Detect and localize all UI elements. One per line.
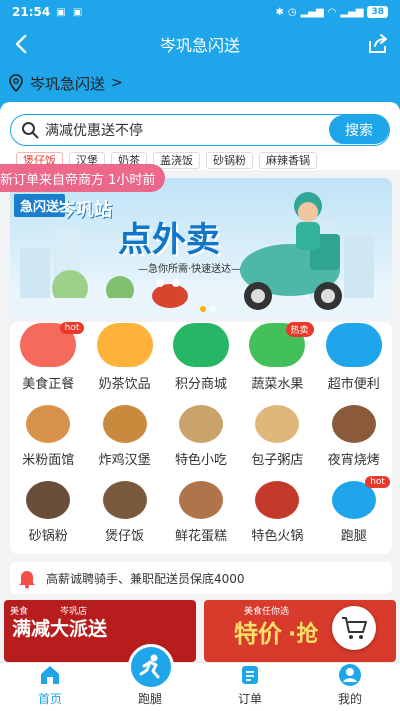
location-label: 岑巩急闪送 [30,74,106,93]
wifi-icon: ◠ [327,6,337,18]
pager-dot[interactable] [210,306,216,312]
bluetooth-icon: ✱ [275,6,284,18]
order-icon [242,666,258,684]
tab-label: 我的 [337,692,362,706]
pager-dot[interactable] [200,306,206,312]
category-label: 包子粥店 [251,453,304,468]
hot-tag[interactable]: 砂锅粉 [206,151,253,169]
tab-orders[interactable]: 订单 [200,663,300,711]
chevron-right-icon: > [111,75,123,91]
tab-label: 订单 [237,692,262,706]
bell-icon [19,571,35,589]
category-badge: hot [59,322,85,334]
bbq-icon [331,405,376,443]
signal-icon-2: ▂▄▆ [340,6,364,18]
snack-icon [178,405,223,443]
category-label: 煲仔饭 [105,529,145,544]
promo-title: 特价 [234,620,282,648]
category-item[interactable]: 煲仔饭 [86,476,162,552]
cake-icon [178,481,223,519]
banner-pager [200,306,216,312]
category-item[interactable]: 美食正餐 hot [10,322,86,400]
promo-title: 满减大派送 [12,618,108,640]
nav-bar: 岑巩急闪送 [0,24,400,64]
cart-icon [342,617,367,639]
notice-text: 高薪诚聘骑手、兼职配送员保底4000 [46,571,245,586]
promo-banner[interactable]: 急闪送 岑巩站 点外卖 —急你所需·快速送达— [10,178,392,318]
category-label: 砂锅粉 [28,529,68,544]
category-label: 超市便利 [327,377,380,392]
category-item[interactable]: 包子粥店 [239,400,315,476]
coins-icon [172,323,229,367]
search-bar[interactable]: 满减优惠送不停 搜索 [10,114,390,146]
category-item[interactable]: 奶茶饮品 [86,322,162,400]
battery-indicator: 38 [367,6,388,18]
errand-fab[interactable] [128,644,174,690]
search-button[interactable]: 搜索 [329,115,389,144]
category-label: 特色火锅 [251,529,304,544]
banner-headline: 点外卖 [118,220,220,260]
banner-subtitle: —急你所需·快速送达— [138,264,242,275]
promo-title-2: ·抢 [288,622,319,647]
category-item[interactable]: 砂锅粉 [10,476,86,552]
category-label: 炸鸡汉堡 [98,453,151,468]
category-label: 特色小吃 [174,453,227,468]
category-label: 跑腿 [340,529,367,544]
back-icon[interactable] [10,32,34,56]
banner-store: 岑巩站 [58,200,112,221]
basket-icon [325,323,382,367]
tab-label: 首页 [37,692,62,706]
tab-label: 跑腿 [137,692,162,706]
tab-bar: 首页 跑腿 订单 我的 [0,662,400,711]
claypot-icon [26,481,71,519]
tab-home[interactable]: 首页 [0,663,100,711]
noodle-icon [26,405,71,443]
category-badge: 热卖 [285,322,314,337]
burger-icon [102,405,147,443]
category-label: 蔬菜水果 [251,377,304,392]
order-toast: 新订单来自帝商方 1小时前 [0,164,166,192]
hot-tag[interactable]: 盖浇饭 [153,151,200,169]
status-notification-icons: ▣ ▣ [56,6,85,18]
category-item[interactable]: 跑腿 hot [316,476,392,552]
status-right: ✱ ◷ ▂▄▆ ◠ ▂▄▆ 38 [275,6,388,18]
milk-tea-icon [96,323,153,367]
category-label: 夜宵烧烤 [327,453,380,468]
category-badge: hot [365,476,390,488]
tab-profile[interactable]: 我的 [300,663,400,711]
category-label: 鲜花蛋糕 [174,529,227,544]
bun-icon [255,405,300,443]
alarm-icon: ◷ [287,6,297,18]
category-item[interactable]: 超市便利 [316,322,392,400]
category-grid: 美食正餐 hot 奶茶饮品 积分商城 蔬菜水果 热卖超市便利米粉面馆 炸鸡汉堡 特色小吃 包子粥… [10,322,392,552]
user-icon [339,664,361,686]
category-item[interactable]: 特色小吃 [163,400,239,476]
rice-pot-icon [102,481,147,519]
category-item[interactable]: 炸鸡汉堡 [86,400,162,476]
category-item[interactable]: 蔬菜水果 热卖 [239,322,315,400]
cart-button[interactable] [332,606,376,650]
runner-icon [139,654,160,679]
category-label: 积分商城 [174,377,227,392]
share-icon[interactable] [366,32,390,56]
location-pin-icon [9,74,23,92]
location-selector[interactable]: 岑巩急闪送 > [0,64,400,102]
status-time: 21:54 [12,5,51,19]
search-icon [22,122,39,139]
category-label: 米粉面馆 [22,453,75,468]
category-item[interactable]: 特色火锅 [239,476,315,552]
notice-bar[interactable]: 高薪诚聘骑手、兼职配送员保底4000 [10,562,392,594]
category-item[interactable]: 鲜花蛋糕 [163,476,239,552]
category-label: 奶茶饮品 [98,377,151,392]
home-icon [41,666,59,684]
category-label: 美食正餐 [22,377,75,392]
status-bar: 21:54 ▣ ▣ ✱ ◷ ▂▄▆ ◠ ▂▄▆ 38 [0,0,400,24]
hotpot-icon [255,481,300,519]
category-item[interactable]: 夜宵烧烤 [316,400,392,476]
page-title: 岑巩急闪送 [159,36,240,55]
category-item[interactable]: 米粉面馆 [10,400,86,476]
category-item[interactable]: 积分商城 [163,322,239,400]
hot-tag[interactable]: 麻辣香锅 [259,151,317,169]
signal-icon: ▂▄▆ [300,6,324,18]
